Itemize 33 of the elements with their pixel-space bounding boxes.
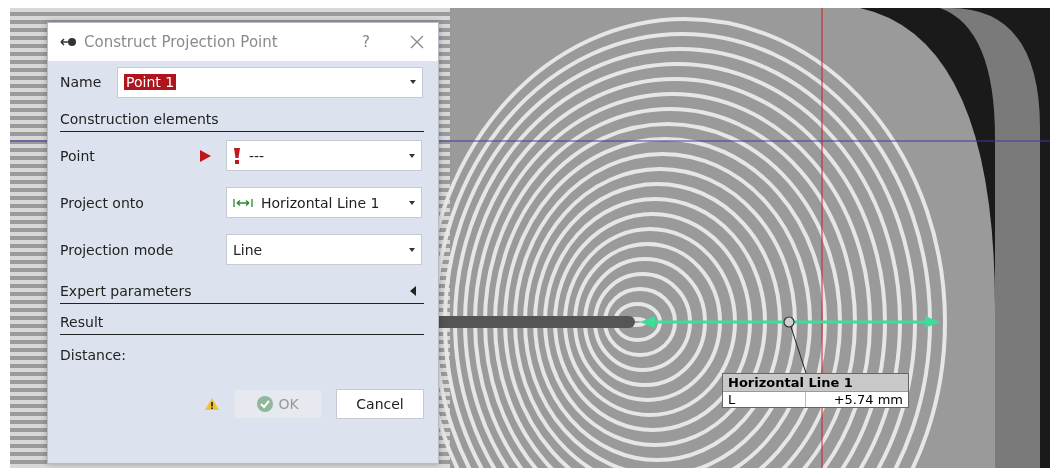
caret-icon — [409, 247, 415, 252]
dialog-title: Construct Projection Point — [84, 33, 279, 51]
horizontal-line-icon — [233, 197, 253, 208]
field-label: Point — [60, 147, 96, 164]
section-header: Construction elements — [60, 111, 219, 127]
measurement-key: L — [723, 392, 806, 407]
leader-line — [790, 326, 807, 374]
measurement-title: Horizontal Line 1 — [723, 374, 908, 391]
field-label: Projection mode — [60, 241, 175, 258]
field-label: Project onto — [60, 194, 145, 211]
warning-icon — [204, 397, 220, 411]
point-tool-icon — [60, 37, 78, 47]
help-button[interactable]: ? — [358, 31, 374, 53]
close-icon — [410, 35, 424, 49]
caret-icon — [409, 153, 415, 158]
field-label: Name — [60, 74, 103, 90]
measurement-value: +5.74 mm — [832, 392, 904, 407]
section-header: Result — [60, 314, 104, 330]
cancel-button[interactable]: Cancel — [336, 389, 424, 419]
collapse-toggle-icon[interactable] — [410, 286, 416, 296]
caret-icon — [410, 80, 416, 84]
dropdown-field[interactable]: Line — [226, 234, 422, 265]
caret-icon — [409, 200, 415, 205]
dropdown-field[interactable]: --- — [226, 140, 422, 171]
close-button[interactable] — [408, 33, 426, 51]
exclamation-icon — [233, 146, 241, 165]
result-label: Distance: — [60, 347, 127, 363]
point-handle-icon[interactable] — [783, 316, 795, 328]
section-header[interactable]: Expert parameters — [60, 283, 192, 299]
dropdown-field[interactable]: Horizontal Line 1 — [226, 187, 422, 218]
active-pointer-icon — [200, 149, 211, 162]
name-field[interactable]: Point 1 — [117, 66, 423, 98]
check-icon — [257, 396, 274, 412]
